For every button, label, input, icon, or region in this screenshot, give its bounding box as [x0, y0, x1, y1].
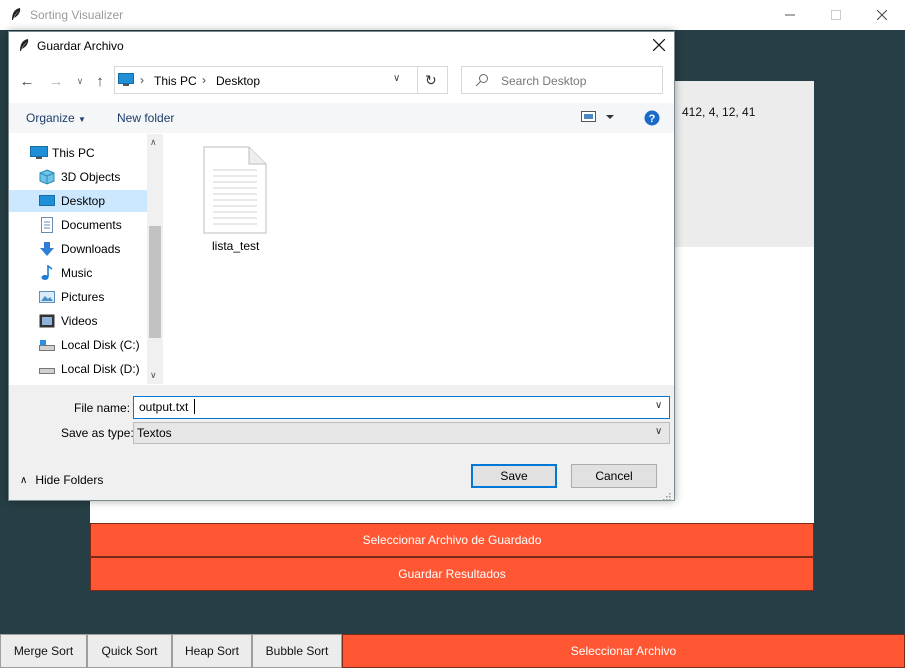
new-folder-button[interactable]: New folder: [117, 111, 174, 125]
nav-item-local-disk-d[interactable]: Local Disk (D:): [39, 358, 155, 380]
nav-scrollbar-thumb[interactable]: [149, 226, 161, 338]
select-file-button[interactable]: Seleccionar Archivo: [342, 634, 905, 668]
text-file-icon: [203, 146, 267, 237]
chevron-right-icon: ›: [140, 73, 144, 87]
feather-icon: [18, 38, 30, 55]
minimize-icon: [785, 14, 795, 16]
heap-sort-button[interactable]: Heap Sort: [172, 634, 252, 668]
nav-item-music[interactable]: Music: [39, 262, 155, 284]
nav-item-this-pc[interactable]: This PC: [30, 142, 146, 164]
arrow-right-icon: →: [48, 72, 64, 90]
save-as-type-value: Textos: [137, 426, 172, 440]
save-as-type-select[interactable]: [133, 422, 670, 444]
breadcrumb-this-pc[interactable]: This PC: [154, 74, 197, 88]
breadcrumb-desktop[interactable]: Desktop: [216, 74, 260, 88]
scroll-up-icon[interactable]: ∧: [150, 137, 157, 148]
documents-icon: [39, 217, 55, 233]
disk-icon: [39, 337, 55, 353]
download-icon: [39, 241, 55, 257]
forward-button[interactable]: →: [46, 71, 66, 91]
list-preview-text: 412, 4, 12, 41: [682, 105, 756, 119]
nav-item-label: Local Disk (C:): [61, 338, 140, 352]
cancel-button[interactable]: Cancel: [571, 464, 657, 488]
disk-icon: [39, 361, 55, 377]
nav-item-label: Videos: [61, 314, 98, 328]
dialog-title: Guardar Archivo: [37, 39, 124, 53]
nav-item-label: Downloads: [61, 242, 121, 256]
merge-sort-button[interactable]: Merge Sort: [0, 634, 87, 668]
view-options-button[interactable]: [581, 111, 615, 126]
maximize-icon: [831, 10, 841, 20]
save-button[interactable]: Save: [471, 464, 557, 488]
maximize-button[interactable]: [813, 0, 859, 30]
address-dropdown-button[interactable]: ∨: [393, 73, 400, 84]
save-results-button[interactable]: Guardar Resultados: [90, 557, 814, 591]
nav-item-downloads[interactable]: Downloads: [39, 238, 155, 260]
organize-button[interactable]: Organize ▼: [26, 111, 86, 125]
help-icon[interactable]: ?: [644, 110, 660, 129]
chevron-down-icon[interactable]: ∨: [655, 400, 662, 411]
close-window-button[interactable]: [859, 0, 905, 30]
nav-item-label: Pictures: [61, 290, 105, 304]
feather-icon: [10, 7, 22, 24]
organize-label: Organize: [26, 111, 75, 125]
dialog-toolbar: [9, 103, 674, 133]
file-name-value[interactable]: output.txt: [139, 400, 188, 414]
chevron-down-icon: ∨: [76, 75, 84, 86]
select-save-file-button[interactable]: Seleccionar Archivo de Guardado: [90, 523, 814, 557]
recent-locations-button[interactable]: ∨: [70, 71, 90, 91]
up-button[interactable]: ↑: [90, 71, 110, 91]
videos-icon: [39, 313, 55, 329]
minimize-button[interactable]: [767, 0, 813, 30]
nav-item-pictures[interactable]: Pictures: [39, 286, 155, 308]
nav-item-label: Music: [61, 266, 93, 280]
nav-item-desktop[interactable]: Desktop: [39, 190, 155, 212]
nav-item-label: This PC: [52, 146, 95, 160]
nav-item-3d-objects[interactable]: 3D Objects: [39, 166, 155, 188]
chevron-down-icon[interactable]: ∨: [655, 426, 662, 437]
file-name-label: lista_test: [212, 239, 260, 253]
desktop-icon: [39, 193, 55, 209]
arrow-up-icon: ↑: [96, 72, 104, 90]
music-icon: [39, 264, 55, 281]
file-item[interactable]: lista_test: [201, 146, 269, 258]
chevron-up-icon: ∧: [20, 474, 28, 486]
search-icon: [475, 73, 489, 90]
nav-item-label: 3D Objects: [61, 170, 121, 184]
search-placeholder: Search Desktop: [501, 74, 587, 88]
scroll-down-icon[interactable]: ∨: [150, 370, 157, 381]
cube-icon: [39, 169, 55, 185]
dialog-close-button[interactable]: [648, 35, 670, 55]
app-title: Sorting Visualizer: [30, 8, 124, 22]
refresh-icon[interactable]: ↻: [425, 72, 437, 89]
nav-item-local-disk-c[interactable]: Local Disk (C:): [39, 334, 155, 356]
arrow-left-icon: ←: [19, 72, 35, 90]
nav-item-documents[interactable]: Documents: [39, 214, 155, 236]
hide-folders-button[interactable]: ∧ Hide Folders: [20, 473, 103, 487]
save-as-type-label: Save as type:: [61, 426, 134, 440]
nav-item-label: Desktop: [61, 194, 106, 208]
bubble-sort-button[interactable]: Bubble Sort: [252, 634, 342, 668]
close-icon: [653, 39, 665, 51]
pictures-icon: [39, 289, 55, 305]
close-icon: [877, 10, 887, 20]
chevron-right-icon: ›: [202, 73, 206, 87]
quick-sort-button[interactable]: Quick Sort: [87, 634, 172, 668]
computer-icon: [118, 73, 134, 90]
file-name-label: File name:: [74, 401, 131, 415]
svg-text:?: ?: [649, 113, 656, 125]
hide-folders-label: Hide Folders: [35, 473, 104, 487]
nav-item-label: Documents: [61, 218, 122, 232]
back-button[interactable]: ←: [17, 71, 37, 91]
nav-item-label: Local Disk (D:): [61, 362, 140, 376]
caret-down-icon: ▼: [78, 115, 86, 124]
divider: [417, 67, 418, 93]
nav-item-videos[interactable]: Videos: [39, 310, 155, 332]
file-name-field[interactable]: [133, 396, 670, 419]
resize-grip-icon[interactable]: [662, 490, 671, 504]
text-cursor: [194, 399, 195, 414]
computer-icon: [30, 145, 48, 161]
